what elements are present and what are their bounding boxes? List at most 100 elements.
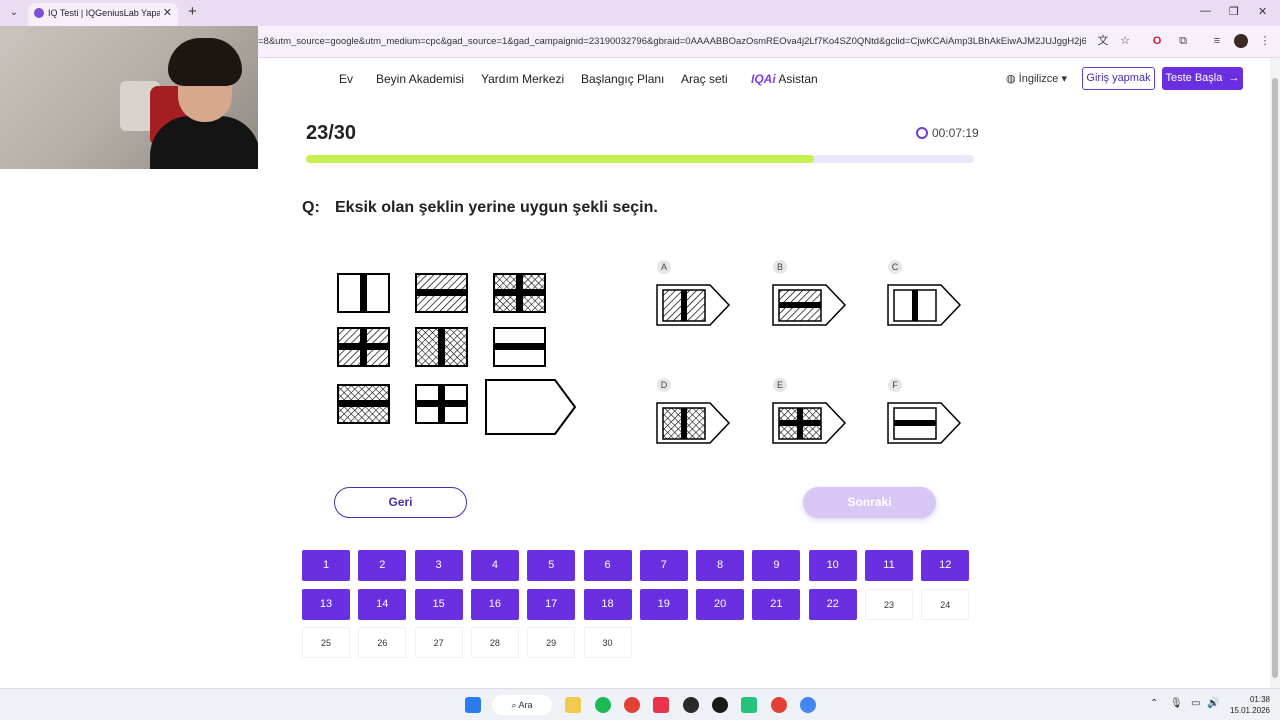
missing-cell-placeholder (485, 379, 577, 435)
close-window-icon[interactable]: ✕ (1258, 5, 1267, 18)
clock-time: 01:38 (1249, 695, 1270, 704)
opera-icon[interactable]: O (1150, 34, 1164, 48)
new-tab-icon[interactable]: + (188, 3, 197, 20)
bolt-app-icon[interactable] (653, 697, 669, 713)
tab-close-icon[interactable]: ✕ (163, 6, 172, 19)
app-g-icon[interactable] (712, 697, 728, 713)
question-nav-button[interactable]: 6 (583, 550, 632, 581)
question-nav-button[interactable]: 30 (583, 627, 632, 658)
question-nav-button[interactable]: 20 (696, 588, 745, 620)
question-nav-button[interactable]: 11 (865, 550, 913, 581)
scrollbar-thumb[interactable] (1272, 78, 1278, 678)
question-nav-button[interactable]: 8 (696, 550, 745, 581)
option-b[interactable] (772, 284, 847, 326)
option-e[interactable] (772, 402, 847, 444)
language-selector[interactable]: ◍ İngilizce ▾ (1006, 72, 1067, 85)
question-nav-button[interactable]: 7 (639, 550, 688, 581)
option-f[interactable] (887, 402, 962, 444)
question-nav-button[interactable]: 25 (302, 627, 350, 658)
streamer-person (150, 38, 258, 169)
nav-toolkit[interactable]: Araç seti (681, 72, 728, 86)
extensions-icon[interactable]: ⧉ (1176, 34, 1190, 48)
question-nav-button[interactable]: 27 (414, 627, 463, 658)
chrome-icon-3[interactable] (800, 697, 816, 713)
nav-assistant[interactable]: IQAi Asistan (751, 72, 818, 86)
question-nav-button[interactable]: 21 (752, 588, 801, 620)
question-nav-button[interactable]: 10 (808, 550, 857, 581)
question-nav-button[interactable]: 2 (358, 550, 407, 581)
clock-date: 15.01.2026 (1229, 706, 1270, 715)
display-icon[interactable]: ▭ (1191, 698, 1200, 709)
clock[interactable]: 01:38 15.01.2026 (1226, 694, 1270, 716)
microphone-icon[interactable]: 🎙 (1170, 698, 1183, 709)
question-nav-button[interactable]: 16 (470, 588, 519, 620)
question-nav-button[interactable]: 4 (470, 550, 519, 581)
matrix-cell-8 (415, 384, 468, 424)
chrome-icon[interactable] (624, 697, 640, 713)
profile-avatar-icon[interactable] (1234, 34, 1248, 48)
chevron-down-icon: ▾ (1061, 73, 1068, 85)
chrome-icon-2[interactable] (771, 697, 787, 713)
question-nav-button[interactable]: 26 (358, 627, 407, 658)
question-nav-button[interactable]: 23 (865, 588, 913, 620)
question-text: Eksik olan şeklin yerine uygun şekli seç… (335, 199, 658, 216)
nav-home[interactable]: Ev (339, 72, 353, 86)
question-nav-button[interactable]: 29 (527, 627, 576, 658)
webcam-overlay (0, 26, 258, 169)
url-field[interactable]: =8&utm_source=google&utm_medium=cpc&gad_… (258, 36, 1086, 47)
nav-brain-academy[interactable]: Beyin Akademisi (376, 72, 464, 86)
matrix-cell-2 (415, 273, 468, 313)
menu-kebab-icon[interactable]: ⋮ (1258, 34, 1272, 48)
login-button[interactable]: Giriş yapmak (1082, 67, 1155, 90)
question-nav-button[interactable]: 19 (639, 588, 688, 620)
question-nav-button[interactable]: 14 (358, 588, 407, 620)
next-button[interactable]: Sonraki (803, 487, 936, 518)
puzzle-matrix (337, 273, 577, 435)
minimize-icon[interactable]: — (1200, 5, 1211, 17)
start-test-button[interactable]: Teste Başla → (1162, 67, 1243, 90)
arrow-right-icon: → (1225, 72, 1240, 84)
matrix-cell-7 (337, 384, 390, 424)
question-nav-button[interactable]: 18 (583, 588, 632, 620)
volume-icon[interactable]: 🔊 (1207, 698, 1219, 709)
bookmark-star-icon[interactable]: ☆ (1118, 34, 1132, 48)
translate-icon[interactable]: 文 (1096, 34, 1110, 48)
question-nav-button[interactable]: 24 (921, 588, 970, 620)
question-nav-button[interactable]: 22 (808, 588, 857, 620)
obs-icon[interactable] (683, 697, 699, 713)
language-label: İngilizce (1018, 73, 1059, 85)
option-a-letter: A (657, 260, 671, 274)
file-explorer-icon[interactable] (565, 697, 581, 713)
browser-tab[interactable]: IQ Testi | IQGeniusLab Yapay Ze ✕ (28, 3, 178, 26)
back-button[interactable]: Geri (334, 487, 467, 518)
alarm-clock-icon (916, 127, 928, 139)
globe-icon: ◍ (1006, 73, 1016, 85)
question-nav-button[interactable]: 9 (752, 550, 801, 581)
tray-chevron-icon[interactable]: ⌃ (1150, 698, 1158, 709)
sync-app-icon[interactable] (741, 697, 757, 713)
taskbar-search[interactable]: ⌕ Ara (492, 695, 552, 715)
page-scrollbar[interactable] (1270, 58, 1280, 688)
option-a[interactable] (656, 284, 731, 326)
taskbar-search-label: Ara (518, 700, 533, 710)
option-c[interactable] (887, 284, 962, 326)
question-nav-button[interactable]: 3 (414, 550, 463, 581)
matrix-cell-5 (415, 327, 468, 367)
question-nav-button[interactable]: 28 (470, 627, 519, 658)
question-nav-button[interactable]: 17 (527, 588, 576, 620)
nav-starter-plan[interactable]: Başlangıç Planı (581, 72, 664, 86)
matrix-cell-3 (493, 273, 546, 313)
option-d[interactable] (656, 402, 731, 444)
question-nav-button[interactable]: 1 (302, 550, 350, 581)
question-nav-button[interactable]: 5 (527, 550, 576, 581)
question-nav-button[interactable]: 12 (921, 550, 970, 581)
question-nav-button[interactable]: 13 (302, 588, 350, 620)
media-icon[interactable]: ≡ (1210, 34, 1224, 48)
nav-help-center[interactable]: Yardım Merkezi (481, 72, 564, 86)
restore-icon[interactable]: ❐ (1229, 5, 1239, 18)
question-nav-button[interactable]: 15 (414, 588, 463, 620)
spotify-icon[interactable] (595, 697, 611, 713)
matrix-cell-4 (337, 327, 390, 367)
tab-list-icon[interactable]: ⌄ (6, 5, 22, 21)
windows-start-icon[interactable] (465, 697, 481, 713)
